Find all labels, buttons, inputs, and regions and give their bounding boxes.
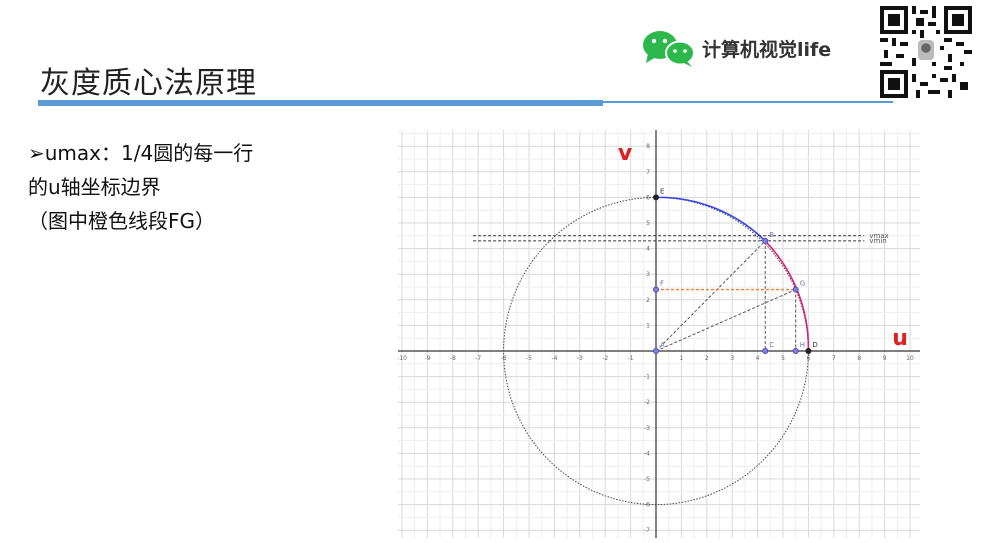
x-tick-label: 2 — [705, 355, 709, 362]
point-label-A: A — [660, 341, 665, 349]
slide-title: 灰度质心法原理 — [40, 66, 257, 101]
x-tick-label: 10 — [906, 355, 914, 362]
y-tick-label: 4 — [646, 246, 650, 253]
point-label-E: E — [660, 187, 664, 195]
point-B — [762, 237, 769, 244]
y-tick-label: 1 — [646, 322, 650, 329]
ref-label-vmin: vmin — [869, 237, 886, 245]
point-G — [792, 286, 799, 293]
x-tick-label: 3 — [730, 355, 734, 362]
y-tick-label: -5 — [644, 476, 650, 483]
y-tick-label: -2 — [644, 399, 650, 406]
title-underline-thin — [603, 101, 893, 103]
bullet-line-1: ➢umax：1/4圆的每一行 — [28, 141, 254, 165]
point-F — [652, 286, 659, 293]
point-C — [762, 347, 769, 354]
point-label-C: C — [769, 341, 774, 349]
qr-code-icon — [880, 6, 972, 98]
x-tick-label: 8 — [857, 355, 861, 362]
x-tick-label: -9 — [424, 355, 430, 362]
x-tick-label: -1 — [628, 355, 634, 362]
y-tick-label: -3 — [644, 425, 650, 432]
arc-magenta — [764, 240, 810, 352]
point-label-F: F — [660, 280, 664, 288]
x-tick-label: -7 — [475, 355, 481, 362]
bullet-line-2: 的u轴坐标边界 — [28, 175, 161, 199]
unit-circle-diagram: -10 -9 -8 -7 -6 -5 -4 -3 -2 -1 1 2 3 4 5 6 7 8 9 1087654321… — [398, 130, 920, 538]
wechat-icon — [643, 31, 695, 67]
segment-AG — [655, 289, 796, 352]
x-tick-label: 4 — [756, 355, 760, 362]
x-tick-label: -4 — [551, 355, 557, 362]
x-tick-label: -2 — [602, 355, 608, 362]
bullet-line-3: （图中橙色线段FG） — [28, 209, 216, 233]
point-H — [792, 347, 799, 354]
segment-AB — [655, 240, 766, 352]
x-tick-label: 9 — [883, 355, 887, 362]
point-E — [652, 194, 659, 201]
x-tick-label: 7 — [832, 355, 836, 362]
y-tick-label: 2 — [646, 297, 650, 304]
y-tick-label: 8 — [646, 143, 650, 150]
y-tick-label: 7 — [646, 169, 650, 176]
u-axis-label: u — [892, 326, 908, 351]
point-label-H: H — [800, 341, 805, 349]
x-tick-label: 5 — [781, 355, 785, 362]
y-tick-label: 5 — [646, 220, 650, 227]
point-label-G: G — [800, 280, 805, 288]
x-tick-label: -8 — [450, 355, 456, 362]
x-tick-label: -3 — [577, 355, 583, 362]
y-tick-label: -4 — [644, 450, 650, 457]
v-axis-label: v — [618, 141, 633, 166]
y-tick-label: -1 — [644, 374, 650, 381]
point-label-B: B — [769, 231, 774, 239]
brand-name: 计算机视觉life — [702, 38, 832, 61]
title-underline — [38, 100, 603, 106]
point-A — [652, 347, 659, 354]
y-tick-label: -6 — [644, 502, 650, 509]
y-tick-label: -7 — [644, 527, 650, 534]
point-D — [805, 347, 812, 354]
x-tick-label: -5 — [526, 355, 532, 362]
bullet-list: ➢umax：1/4圆的每一行 的u轴坐标边界 （图中橙色线段FG） — [28, 136, 253, 238]
brand-logo: 计算机视觉life — [640, 28, 831, 68]
arc-blue — [655, 196, 766, 242]
point-label-D: D — [812, 341, 817, 349]
x-tick-label: -10 — [398, 355, 407, 362]
y-tick-label: 3 — [646, 271, 650, 278]
x-tick-label: 1 — [679, 355, 683, 362]
